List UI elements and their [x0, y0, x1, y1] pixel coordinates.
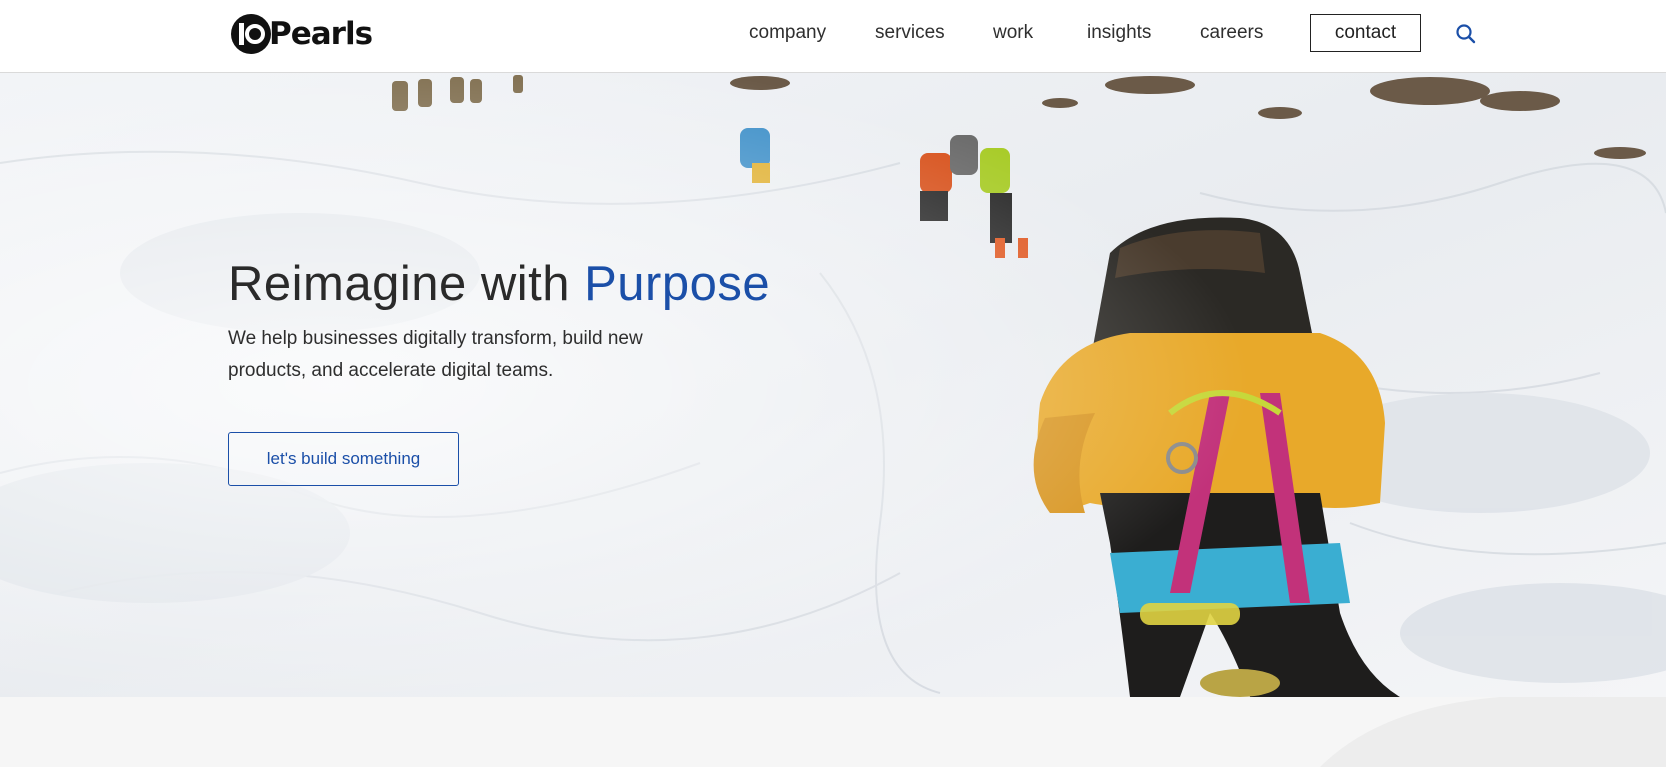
hero-subtitle: We help businesses digitally transform, …: [228, 328, 643, 381]
hero-section: Reimagine with Purpose We help businesse…: [0, 73, 1666, 697]
search-icon[interactable]: [1455, 23, 1477, 45]
site-header: Pearls company services work insights ca…: [0, 0, 1666, 73]
nav-insights[interactable]: insights: [1087, 22, 1151, 44]
nav-services[interactable]: services: [875, 22, 945, 44]
next-section: [0, 697, 1666, 767]
nav-careers[interactable]: careers: [1200, 22, 1263, 44]
logo-mark-icon: [231, 14, 271, 54]
decorative-curve: [1320, 697, 1666, 767]
nav-work[interactable]: work: [993, 22, 1033, 44]
logo-wordmark: Pearls: [269, 16, 373, 52]
hero-title-accent: Purpose: [584, 257, 771, 311]
hero-title-main: Reimagine with: [228, 257, 570, 311]
hero-title: Reimagine with Purpose: [228, 256, 770, 312]
logo[interactable]: Pearls: [230, 12, 373, 56]
lets-build-something-button[interactable]: let's build something: [228, 432, 459, 486]
nav-company[interactable]: company: [749, 22, 826, 44]
contact-button[interactable]: contact: [1310, 14, 1421, 52]
